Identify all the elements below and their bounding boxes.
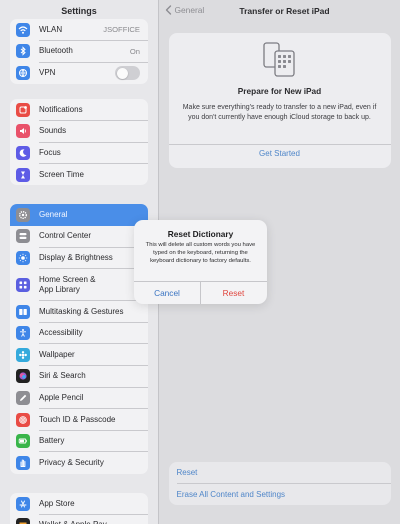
prepare-card: Prepare for New iPad Make sure everythin… [168, 33, 391, 168]
sidebar-item-label: Multitasking & Gestures [39, 306, 124, 316]
sidebar-item-display-brightness[interactable]: Display & Brightness [10, 247, 148, 269]
reset-button[interactable]: Reset [169, 462, 391, 484]
sidebar-item-wallet-apple-pay[interactable]: Wallet & Apple Pay [10, 515, 148, 524]
alert-title: Reset Dictionary [167, 229, 234, 239]
back-label: General [174, 5, 205, 15]
bluetooth-icon [16, 44, 30, 59]
prepare-description: Make sure everything's ready to transfer… [182, 104, 377, 121]
sidebar-item-apple-pencil[interactable]: Apple Pencil [10, 387, 148, 409]
devices-transfer-icon [262, 42, 295, 77]
sidebar-item-label: Sounds [39, 126, 67, 136]
gear-icon [16, 207, 30, 222]
vpn-icon [16, 65, 30, 80]
control-center-icon [16, 229, 30, 244]
sidebar-item-value: On [129, 46, 140, 56]
wifi-icon [16, 22, 30, 37]
vpn-toggle[interactable] [115, 66, 140, 81]
sidebar-item-label: Bluetooth [39, 46, 73, 56]
touch-id-icon [16, 412, 30, 427]
sidebar-item-home-screen-app-library[interactable]: Home Screen & App Library [10, 269, 148, 301]
sidebar-item-label: Screen Time [39, 169, 84, 179]
sidebar-item-label: Wallet & Apple Pay [39, 520, 107, 524]
sidebar-item-privacy-security[interactable]: Privacy & Security [10, 452, 148, 474]
apple-pencil-icon [16, 390, 30, 405]
sidebar-group-apps: App Store Wallet & Apple Pay [10, 493, 148, 524]
sidebar-item-label: Privacy & Security [39, 457, 104, 467]
privacy-hand-icon [16, 455, 30, 470]
sidebar-item-label: Notifications [39, 104, 83, 114]
sidebar-item-multitasking-gestures[interactable]: Multitasking & Gestures [10, 301, 148, 323]
alert-reset-button[interactable]: Reset [201, 281, 267, 304]
sidebar-item-sounds[interactable]: Sounds [10, 121, 148, 143]
sidebar-item-vpn[interactable]: VPN [10, 62, 148, 84]
sidebar-item-label: Wallpaper [39, 349, 75, 359]
sidebar-item-label: Battery [39, 436, 65, 446]
wallet-icon [16, 518, 30, 524]
notifications-icon [16, 102, 30, 117]
sidebar-item-label: VPN [39, 67, 56, 77]
app-store-icon [16, 496, 30, 511]
reset-dictionary-alert: Reset Dictionary This will delete all cu… [134, 220, 267, 304]
sidebar-item-label: App Store [39, 498, 75, 508]
wallpaper-icon [16, 347, 30, 362]
sidebar-item-label: Control Center [39, 231, 92, 241]
sounds-icon [16, 124, 30, 139]
sidebar-item-label: Focus [39, 147, 61, 157]
card-separator [168, 144, 391, 145]
sidebar-item-bluetooth[interactable]: Bluetooth On [10, 41, 148, 63]
sidebar-group-notifications: Notifications Sounds Focus Screen Time [10, 99, 148, 186]
sidebar-item-wallpaper[interactable]: Wallpaper [10, 344, 148, 366]
focus-icon [16, 145, 30, 160]
sidebar-item-accessibility[interactable]: Accessibility [10, 322, 148, 344]
sidebar-item-screen-time[interactable]: Screen Time [10, 164, 148, 186]
sidebar-item-label: Siri & Search [39, 371, 86, 381]
sidebar-item-label: Accessibility [39, 328, 83, 338]
sidebar-item-value: JSOFFICE [103, 25, 140, 35]
sidebar-group-connectivity: WLAN JSOFFICE Bluetooth On VPN [10, 19, 148, 84]
siri-icon [16, 369, 30, 384]
chevron-left-icon [165, 5, 171, 15]
erase-all-button[interactable]: Erase All Content and Settings [169, 484, 391, 506]
screen-time-icon [16, 167, 30, 182]
get-started-button[interactable]: Get Started [169, 149, 391, 158]
battery-icon [16, 434, 30, 449]
sidebar-item-label: Display & Brightness [39, 252, 113, 262]
sidebar-item-battery[interactable]: Battery [10, 430, 148, 452]
display-brightness-icon [16, 250, 30, 265]
sidebar-item-siri-search[interactable]: Siri & Search [10, 366, 148, 388]
sidebar-item-app-store[interactable]: App Store [10, 493, 148, 515]
sidebar-item-label: Apple Pencil [39, 392, 84, 402]
sidebar-item-control-center[interactable]: Control Center [10, 226, 148, 248]
sidebar-item-wlan[interactable]: WLAN JSOFFICE [10, 19, 148, 41]
sidebar-item-touch-id-passcode[interactable]: Touch ID & Passcode [10, 409, 148, 431]
back-button[interactable]: General [165, 5, 205, 15]
multitasking-icon [16, 304, 30, 319]
page-title: Transfer or Reset iPad [239, 6, 330, 16]
sidebar-group-general: General Control Center Display & Brightnes… [10, 204, 148, 474]
sidebar-item-focus[interactable]: Focus [10, 142, 148, 164]
sidebar-title: Settings [61, 6, 97, 16]
home-screen-icon [16, 277, 30, 292]
sidebar-item-notifications[interactable]: Notifications [10, 99, 148, 121]
accessibility-icon [16, 326, 30, 341]
sidebar-item-general[interactable]: General [10, 204, 148, 226]
alert-message: This will delete all custom words you ha… [145, 242, 256, 265]
sidebar-item-label: WLAN [39, 24, 63, 34]
sidebar-item-label: Home Screen & App Library [39, 274, 96, 294]
sidebar-item-label: Touch ID & Passcode [39, 414, 116, 424]
reset-options-group: Reset Erase All Content and Settings [168, 462, 391, 506]
sidebar-item-label: General [39, 209, 68, 219]
alert-cancel-button[interactable]: Cancel [134, 281, 200, 304]
prepare-title: Prepare for New iPad [237, 86, 322, 96]
